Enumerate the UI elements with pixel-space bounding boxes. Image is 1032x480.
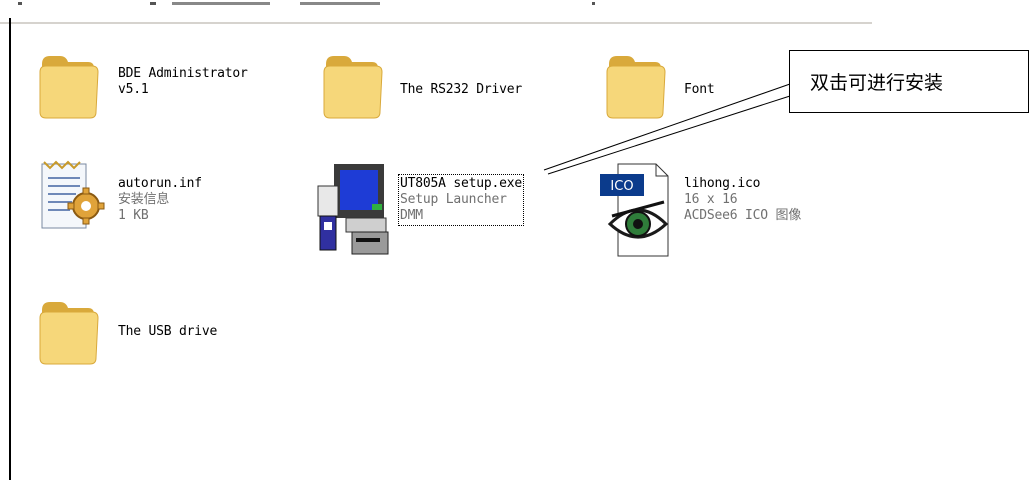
file-label: autorun.inf 安装信息 1 KB <box>118 176 202 224</box>
file-label: The RS232 Driver <box>400 82 522 98</box>
file-label: lihong.ico 16 x 16 ACDSee6 ICO 图像 <box>684 176 801 224</box>
file-label: UT805A setup.exe Setup Launcher DMM <box>397 174 525 226</box>
top-toolbar-strip <box>0 0 872 24</box>
folder-icon <box>606 56 666 119</box>
file-size: 1 KB <box>118 208 149 223</box>
file-label: BDE Administrator v5.1 <box>118 66 248 98</box>
ico-badge-text: ICO <box>610 179 633 194</box>
folder-icon <box>39 302 99 365</box>
file-company: DMM <box>400 208 423 223</box>
folder-icon <box>39 56 99 119</box>
strip-mark <box>592 2 595 5</box>
file-type: 安装信息 <box>118 192 170 207</box>
file-name: UT805A setup.exe <box>400 176 523 191</box>
file-type: ACDSee6 ICO 图像 <box>684 208 802 223</box>
file-name: The USB drive <box>118 324 218 339</box>
setup-launcher-icon <box>317 164 389 255</box>
settings-file-icon <box>41 160 105 229</box>
file-name: lihong.ico <box>684 176 761 191</box>
file-name: The RS232 Driver <box>400 82 523 97</box>
pane-left-border <box>9 18 11 480</box>
annotation-callout: 双击可进行安装 <box>789 50 1029 113</box>
file-name: autorun.inf <box>118 176 202 191</box>
strip-mark <box>172 2 270 5</box>
file-detail: v5.1 <box>118 82 149 97</box>
strip-mark <box>150 2 156 5</box>
folder-icon <box>323 56 383 119</box>
strip-mark <box>18 2 22 5</box>
strip-mark <box>300 2 380 5</box>
file-type: Setup Launcher <box>400 192 507 207</box>
file-name: Font <box>684 82 715 97</box>
file-label: Font <box>684 82 715 98</box>
file-name: BDE Administrator <box>118 66 248 81</box>
ico-image-icon: ICO <box>600 163 669 257</box>
file-dimensions: 16 x 16 <box>684 192 738 207</box>
callout-text: 双击可进行安装 <box>810 72 944 94</box>
file-label: The USB drive <box>118 324 217 340</box>
